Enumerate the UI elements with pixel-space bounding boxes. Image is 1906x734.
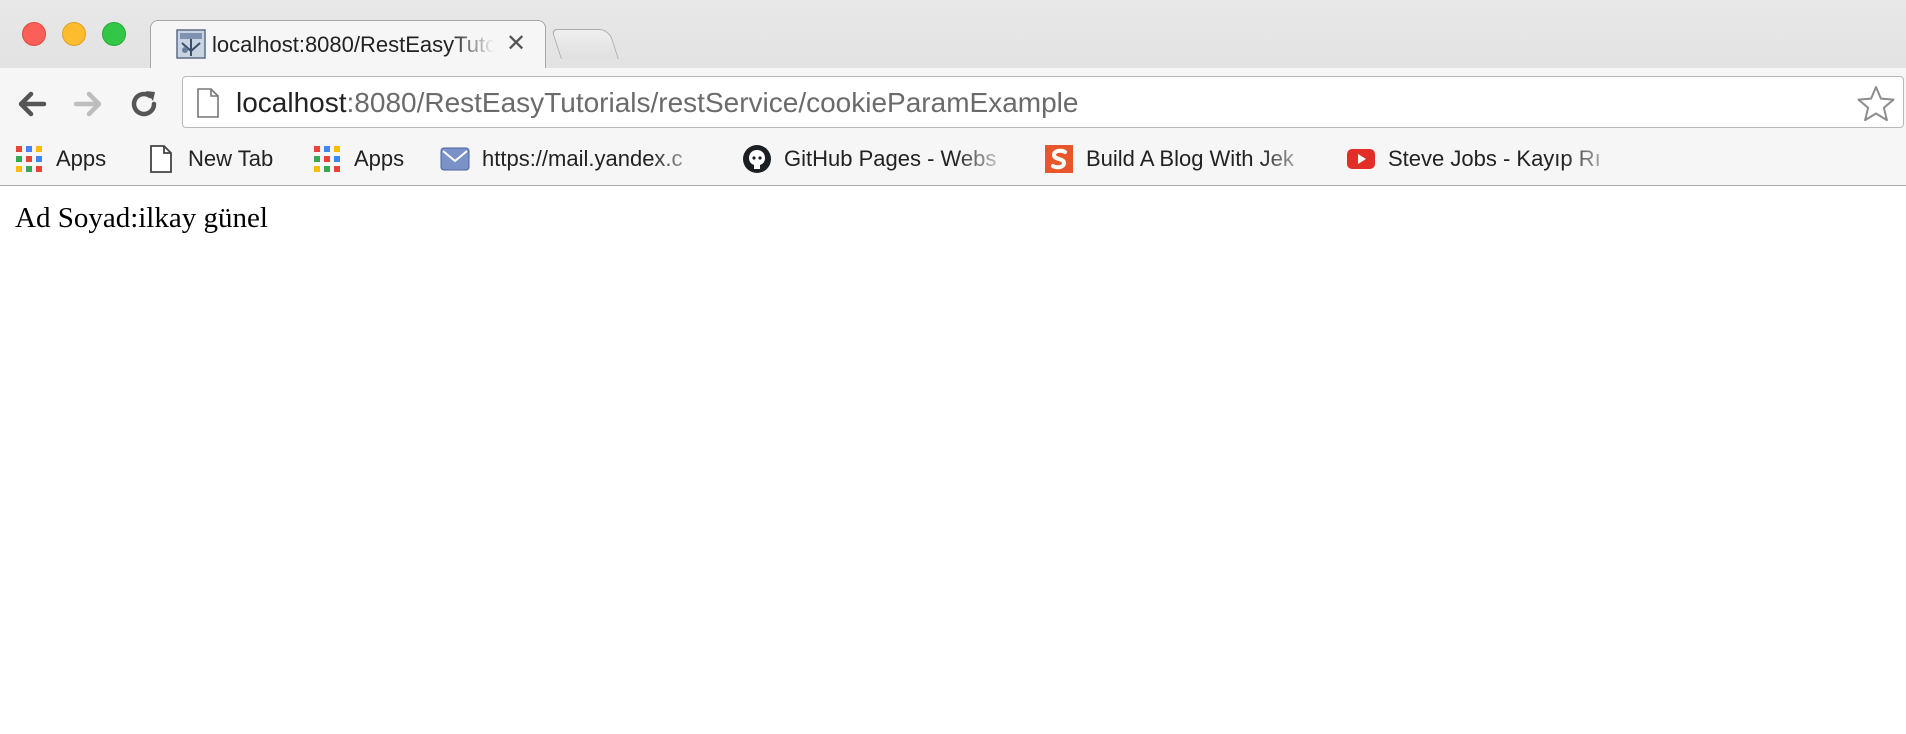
bookmark-label: Apps <box>56 146 107 171</box>
bookmark-steve-jobs[interactable]: Steve Jobs - Kayıp Rı <box>1346 142 1622 176</box>
bookmark-label: Apps <box>354 146 405 171</box>
address-url[interactable]: localhost:8080/RestEasyTutorials/restSer… <box>236 86 1078 120</box>
mail-envelope-icon <box>440 147 470 171</box>
page-body-text: Ad Soyad:ilkay günel <box>15 202 268 234</box>
apps-grid-icon <box>16 146 42 172</box>
bookmark-label: Steve Jobs - Kayıp Rı <box>1388 146 1601 171</box>
tab-close-icon[interactable]: ✕ <box>506 30 526 58</box>
tab-title: localhost:8080/RestEasyTutorials/restSer… <box>212 32 494 57</box>
reload-icon[interactable] <box>126 86 162 122</box>
s-logo-icon <box>1045 145 1073 173</box>
bookmark-apps-2[interactable]: Apps <box>312 142 404 176</box>
github-icon <box>743 145 771 173</box>
bookmark-yandex-mail[interactable]: https://mail.yandex.c <box>440 142 708 176</box>
youtube-icon <box>1347 149 1375 169</box>
bookmark-label: New Tab <box>188 146 274 171</box>
new-tab-button[interactable] <box>551 29 619 59</box>
bookmark-star-icon[interactable] <box>1856 84 1896 124</box>
maximize-window-button[interactable] <box>102 22 126 46</box>
bookmark-github-pages[interactable]: GitHub Pages - Webs <box>742 142 1012 176</box>
tab-favicon-icon <box>176 29 206 59</box>
bookmark-apps[interactable]: Apps <box>14 142 106 176</box>
close-window-button[interactable] <box>22 22 46 46</box>
url-host: localhost <box>236 87 347 118</box>
apps-grid-icon <box>314 146 340 172</box>
forward-arrow-icon[interactable] <box>70 86 106 122</box>
url-path: :8080/RestEasyTutorials/restService/cook… <box>346 87 1079 118</box>
page-icon <box>150 145 172 173</box>
minimize-window-button[interactable] <box>62 22 86 46</box>
page-info-icon[interactable] <box>196 88 220 118</box>
bookmark-label: https://mail.yandex.c <box>482 146 683 171</box>
bookmark-build-a-blog[interactable]: Build A Blog With Jek <box>1044 142 1318 176</box>
bookmark-label: GitHub Pages - Webs <box>784 146 997 171</box>
bookmark-label: Build A Blog With Jek <box>1086 146 1294 171</box>
bookmark-new-tab[interactable]: New Tab <box>146 142 273 176</box>
back-arrow-icon[interactable] <box>14 86 50 122</box>
